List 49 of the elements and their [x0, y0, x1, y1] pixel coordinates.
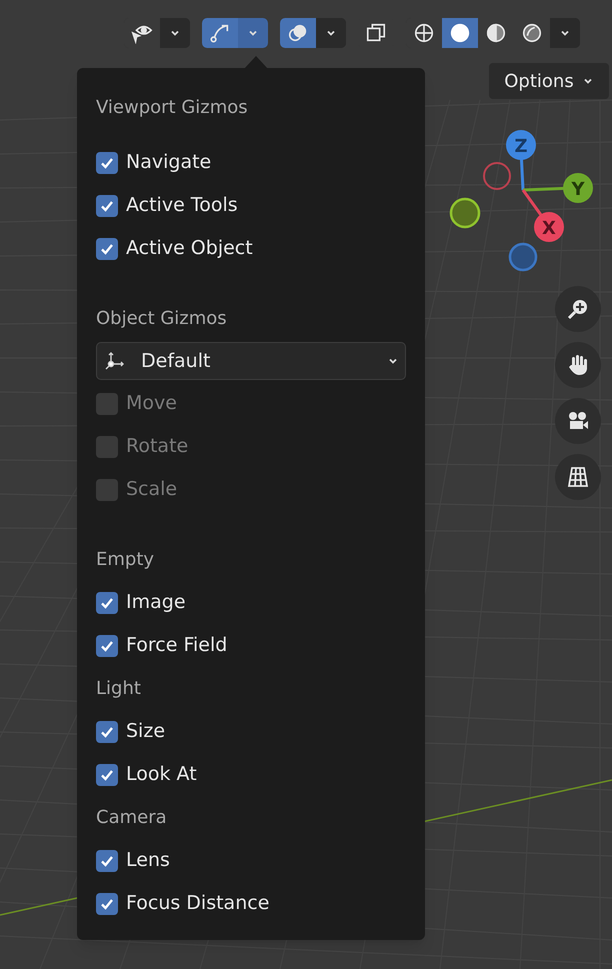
grid-icon [566, 465, 590, 489]
section-heading: Light [96, 677, 142, 701]
x-axis-label: X [542, 218, 556, 239]
zoom-in-icon [566, 297, 590, 321]
options-button[interactable]: Options [489, 63, 609, 99]
dropdown-toggle[interactable] [238, 18, 268, 48]
shaded-sphere-icon [521, 22, 543, 44]
checkbox-label: Active Object [126, 236, 253, 262]
checkbox[interactable] [96, 238, 118, 260]
navigation-button[interactable] [555, 454, 601, 500]
checkbox-label: Rotate [126, 434, 188, 460]
checkbox[interactable] [96, 764, 118, 786]
half-shaded-sphere-icon [485, 22, 507, 44]
section-heading: Object Gizmos [96, 307, 228, 331]
section-heading: Empty [96, 548, 156, 572]
checkbox-label: Navigate [126, 150, 212, 176]
solid-sphere-icon [449, 22, 471, 44]
navigation-button[interactable] [555, 286, 601, 332]
checkbox-label: Scale [126, 477, 178, 502]
overlapping-circles-icon [287, 22, 309, 44]
checkbox[interactable] [96, 892, 118, 914]
section-heading: Viewport Gizmos [96, 96, 249, 120]
z-axis-label: Z [514, 136, 528, 157]
checkbox-label: Force Field [126, 633, 228, 658]
checkbox-label: Focus Distance [126, 891, 270, 916]
toolbar-button[interactable] [202, 18, 238, 48]
checkbox[interactable] [96, 152, 118, 174]
checkbox[interactable] [96, 194, 118, 216]
navigation-button[interactable] [555, 342, 601, 388]
toolbar-button[interactable] [280, 18, 316, 48]
navigation-button[interactable] [555, 398, 601, 444]
checkbox-label: Move [126, 391, 177, 416]
checkbox[interactable] [96, 850, 118, 872]
y-axis-label: Y [571, 179, 585, 200]
checkbox-label: Image [126, 590, 186, 616]
wireframe-sphere-icon [413, 22, 435, 44]
checkbox-label: Size [126, 719, 166, 744]
checkbox-label: Active Tools [126, 193, 238, 218]
arc-arrow-icon [209, 22, 231, 44]
checkbox[interactable] [96, 592, 118, 614]
checkbox-label: Look At [126, 762, 197, 788]
overlapping-squares-icon [365, 22, 387, 44]
gizmo-dropdown[interactable]: Default [96, 342, 406, 380]
checkbox-label: Lens [126, 848, 170, 874]
checkbox[interactable] [96, 720, 118, 742]
checkbox[interactable] [96, 634, 118, 656]
hand-icon [566, 353, 590, 377]
section-heading: Camera [96, 806, 168, 830]
toolbar-button[interactable] [442, 18, 478, 48]
